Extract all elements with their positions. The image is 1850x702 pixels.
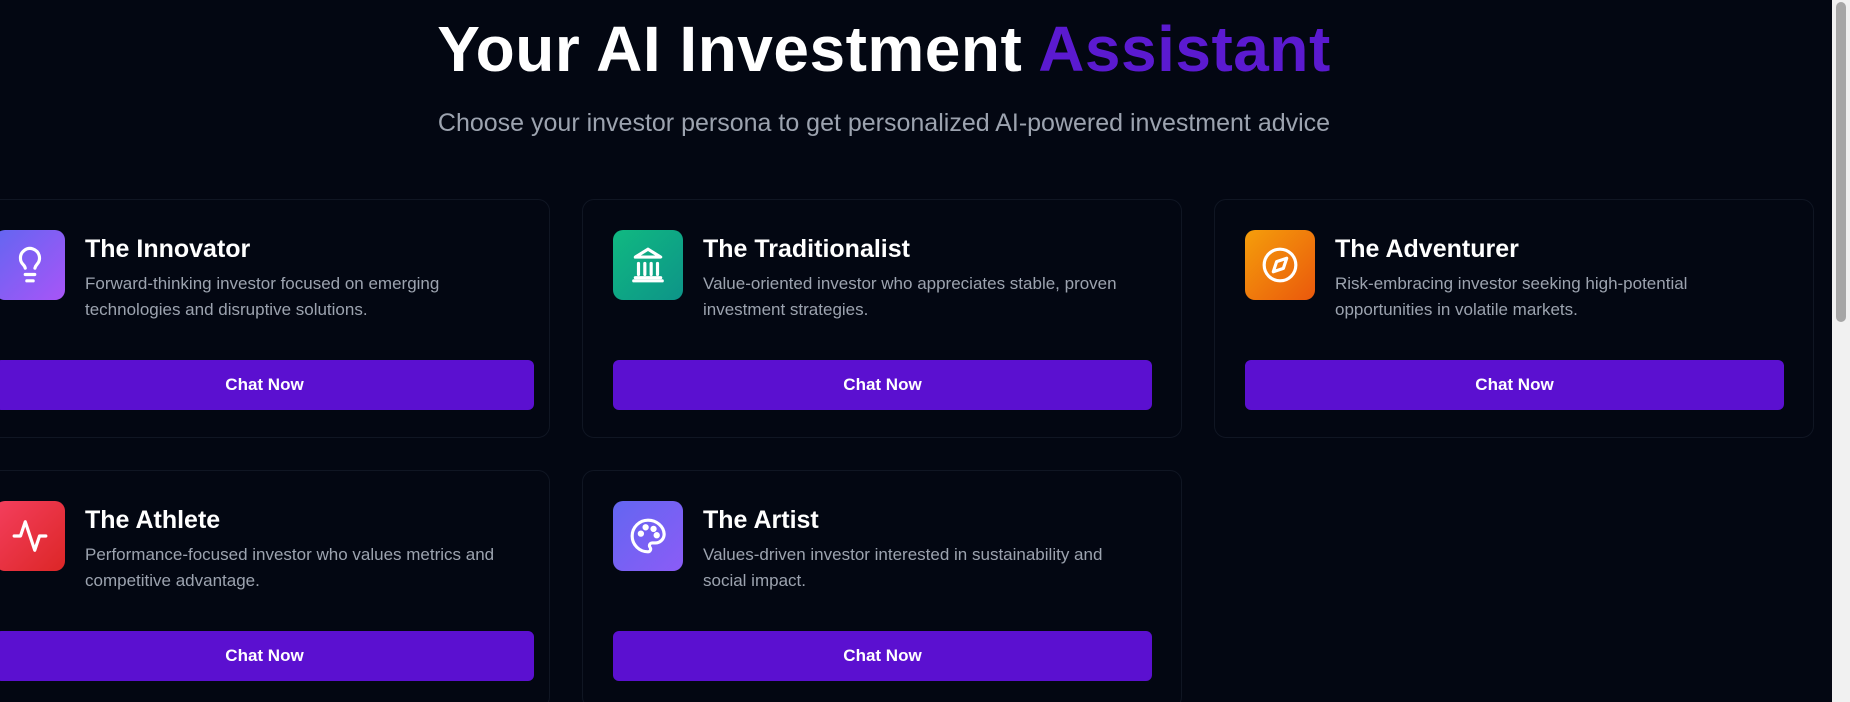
persona-grid: The Innovator Forward-thinking investor … — [0, 199, 1814, 702]
page-title-main: Your AI Investment — [437, 13, 1023, 85]
persona-card-athlete: The Athlete Performance-focused investor… — [0, 470, 550, 702]
chat-now-button-traditionalist[interactable]: Chat Now — [613, 360, 1152, 410]
bank-icon — [613, 230, 683, 300]
palette-icon — [613, 501, 683, 571]
vertical-scrollbar[interactable] — [1832, 0, 1850, 702]
persona-title: The Adventurer — [1335, 235, 1519, 263]
persona-card-adventurer: The Adventurer Risk-embracing investor s… — [1214, 199, 1814, 438]
compass-icon — [1245, 230, 1315, 300]
page-title-accent: Assistant — [1038, 13, 1331, 85]
chat-now-button-adventurer[interactable]: Chat Now — [1245, 360, 1784, 410]
activity-icon — [0, 501, 65, 571]
persona-description: Risk-embracing investor seeking high-pot… — [1335, 274, 1688, 319]
page-subtitle: Choose your investor persona to get pers… — [437, 109, 1331, 137]
persona-description: Values-driven investor interested in sus… — [703, 545, 1103, 590]
chat-now-button-artist[interactable]: Chat Now — [613, 631, 1152, 681]
persona-description: Performance-focused investor who values … — [85, 545, 495, 590]
persona-card-innovator: The Innovator Forward-thinking investor … — [0, 199, 550, 438]
chat-now-button-innovator[interactable]: Chat Now — [0, 360, 534, 410]
persona-title: The Artist — [703, 506, 819, 534]
persona-title: The Traditionalist — [703, 235, 910, 263]
persona-card-traditionalist: The Traditionalist Value-oriented invest… — [582, 199, 1182, 438]
chat-now-button-athlete[interactable]: Chat Now — [0, 631, 534, 681]
persona-description: Forward-thinking investor focused on eme… — [85, 274, 440, 319]
persona-card-artist: The Artist Values-driven investor intere… — [582, 470, 1182, 702]
persona-selection-page: Your AI Investment Assistant Choose your… — [0, 0, 1850, 702]
lightbulb-icon — [0, 230, 65, 300]
persona-title: The Athlete — [85, 506, 221, 534]
persona-description: Value-oriented investor who appreciates … — [703, 274, 1117, 319]
page-title: Your AI Investment Assistant — [0, 8, 1768, 90]
persona-title: The Innovator — [85, 235, 251, 263]
scrollbar-thumb[interactable] — [1836, 2, 1846, 322]
